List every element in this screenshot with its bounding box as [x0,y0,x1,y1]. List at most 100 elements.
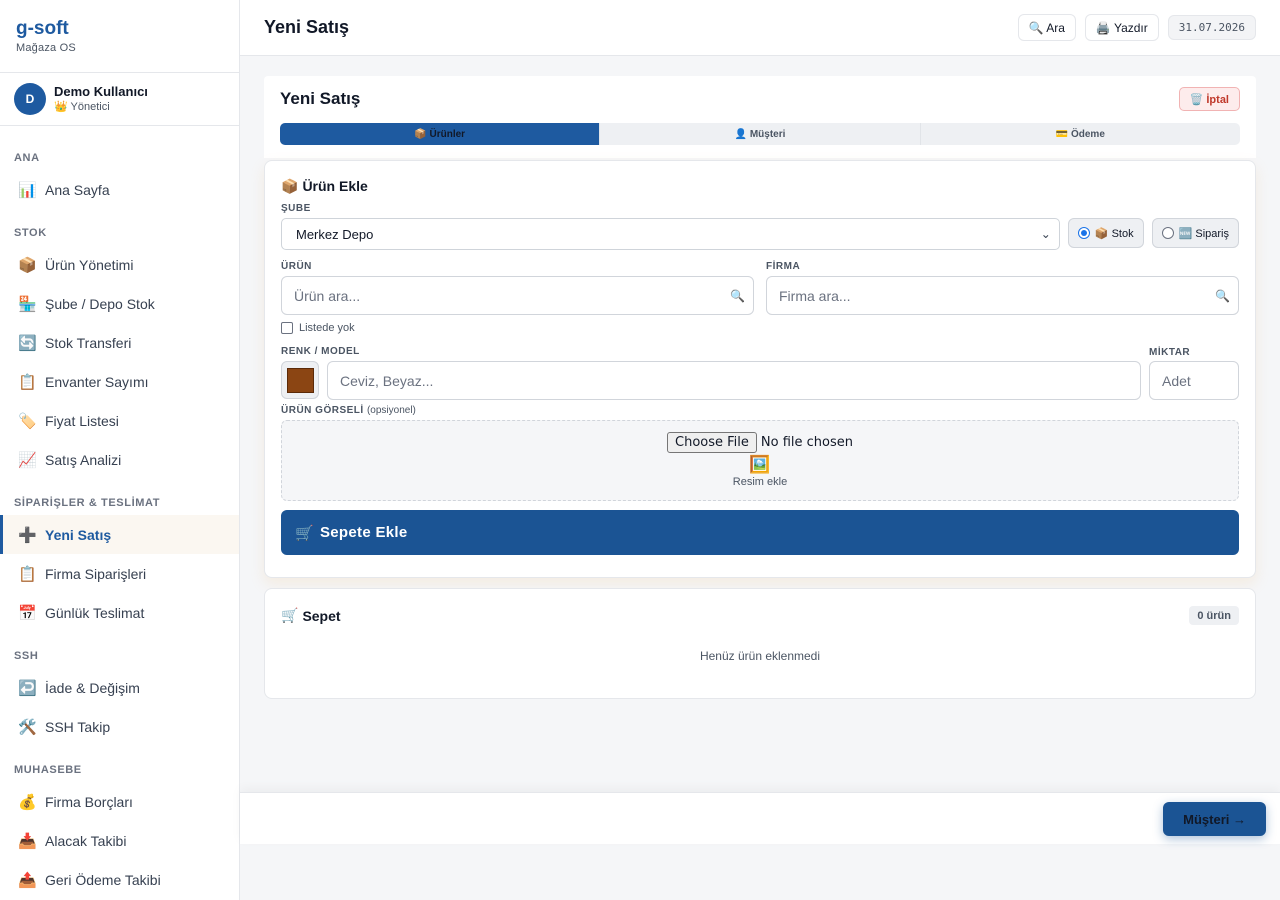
date-display: 31.07.2026 [1167,15,1256,40]
not-listed-checkbox[interactable] [281,321,293,334]
branch-select[interactable]: Merkez Depo ⌄ [281,218,1060,250]
package-icon: 📦 [281,177,299,194]
chart-icon: 📊 [18,181,37,199]
quantity-input[interactable] [1162,372,1226,389]
branch-label: ŞUBE [281,203,311,214]
radio-unchecked[interactable] [1161,227,1174,239]
sidebar-item-firma-siparisleri[interactable]: 📋 Firma Siparişleri [0,554,239,593]
user-panel[interactable]: D Demo Kullanıcı 👑 Yönetici [0,73,239,126]
image-dropzone[interactable]: Choose File No file chosen 🖼️ Resim ekle [281,420,1239,501]
product-search-input[interactable] [294,287,700,304]
sidebar-item-fiyat-listesi[interactable]: 🏷️ Fiyat Listesi [0,401,239,440]
mode-stock-label: 📦 Stok [1094,227,1134,240]
user-role: 👑 Yönetici [54,101,110,113]
sidebar-item-gunluk-teslimat[interactable]: 📅 Günlük Teslimat [0,593,239,632]
sidebar-item-iade-degisim[interactable]: ↩️ İade & Değişim [0,668,239,707]
image-label: ÜRÜN GÖRSELİ (opsiyonel) [281,405,1239,416]
add-to-cart-button[interactable]: 🛒 Sepete Ekle [281,510,1239,555]
outbox-icon: 📤 [18,871,37,889]
sidebar-item-label: Stok Transferi [45,334,132,351]
cart-empty-message: Henüz ürün eklenmedi [699,649,821,663]
mode-order-radio[interactable]: 🆕 Sipariş [1151,218,1239,248]
not-listed-option[interactable]: Listede yok [281,321,1239,334]
color-model-field [327,361,1141,400]
company-label: FİRMA [766,261,801,272]
sidebar-item-yeni-satis[interactable]: ➕ Yeni Satış [0,515,239,554]
sidebar-item-label: Alacak Takibi [45,832,127,849]
quantity-label: MİKTAR [1149,347,1191,358]
return-icon: ↩️ [18,679,37,697]
nav-section-title: STOK [14,227,47,239]
file-status: No file chosen [760,435,853,450]
sale-title: Yeni Satış [280,89,361,108]
not-listed-label: Listede yok [299,321,355,334]
tab-odeme[interactable]: 💳 Ödeme [921,123,1240,145]
mode-stock-radio[interactable]: 📦 Stok [1067,218,1144,248]
main-content: Yeni Satış 🗑️ İptal 📦 Ürünler 👤 Müşteri … [264,76,1256,699]
sidebar-item-label: Firma Borçları [45,793,133,810]
product-search-field: 🔍 [281,276,754,315]
tab-urunler[interactable]: 📦 Ürünler [280,123,601,145]
sidebar-item-label: Satış Analizi [45,451,122,468]
search-icon: 🔍 [730,288,745,303]
app-subtitle: Mağaza OS [16,42,76,54]
sidebar-item-label: Firma Siparişleri [45,565,147,582]
mode-order-label: 🆕 Sipariş [1178,227,1229,240]
choose-file-button[interactable]: Choose File [667,432,757,453]
radio-checked[interactable] [1077,227,1090,239]
nav-section-title: SİPARİŞLER & TESLİMAT [14,497,161,509]
sidebar-item-label: Ana Sayfa [45,181,110,198]
page-title: Yeni Satış [264,17,350,37]
sidebar: g-soft Mağaza OS D Demo Kullanıcı 👑 Yöne… [0,0,240,900]
sidebar-item-label: Fiyat Listesi [45,412,119,429]
sidebar-item-label: Günlük Teslimat [45,604,145,621]
sale-header-card: Yeni Satış 🗑️ İptal 📦 Ürünler 👤 Müşteri … [264,76,1256,158]
company-search-input[interactable] [779,287,1185,304]
sidebar-item-alacak-takibi[interactable]: 📥 Alacak Takibi [0,821,239,860]
sidebar-item-label: Yeni Satış [45,526,112,543]
search-button[interactable]: 🔍 Ara [1017,14,1076,41]
clipboard-icon: 📋 [18,373,37,391]
sidebar-item-ana-sayfa[interactable]: 📊 Ana Sayfa [0,170,239,209]
user-name: Demo Kullanıcı [54,84,148,99]
add-product-card: 📦 Ürün Ekle ŞUBE Merkez Depo ⌄ 📦 Stok 🆕 … [264,160,1256,578]
sidebar-item-stok-transferi[interactable]: 🔄 Stok Transferi [0,323,239,362]
sidebar-item-label: Ürün Yönetimi [45,256,134,273]
cart-icon: 🛒 [281,607,299,623]
sidebar-item-sube-depo-stok[interactable]: 🏪 Şube / Depo Stok [0,284,239,323]
cancel-button[interactable]: 🗑️ İptal [1178,87,1240,111]
color-model-input[interactable] [340,372,1128,389]
app-name: g-soft [16,18,69,39]
sidebar-item-label: SSH Takip [45,718,111,735]
nav-section-title: SSH [14,650,39,662]
sidebar-item-label: Geri Ödeme Takibi [45,871,161,888]
image-icon: 🖼️ [749,455,771,474]
print-button[interactable]: 🖨️ Yazdır [1084,14,1159,41]
transfer-icon: 🔄 [18,334,37,352]
add-product-title: Ürün Ekle [302,178,368,194]
color-picker[interactable] [281,361,319,399]
sidebar-item-firma-borclari[interactable]: 💰 Firma Borçları [0,782,239,821]
color-label: RENK / MODEL [281,346,360,357]
quantity-field [1149,361,1239,400]
sidebar-nav: ANA 📊 Ana Sayfa STOK 📦 Ürün Yönetimi 🏪 Ş… [0,126,239,899]
inbox-icon: 📥 [18,832,37,850]
image-hint: Resim ekle [732,476,788,488]
color-swatch [286,367,314,393]
cart-card: 🛒 Sepet 0 ürün Henüz ürün eklenmedi [264,588,1256,699]
sidebar-item-ssh-takip[interactable]: 🛠️ SSH Takip [0,707,239,746]
tab-musteri[interactable]: 👤 Müşteri [600,123,921,145]
nav-section-title: ANA [14,152,40,164]
package-icon: 📦 [18,256,37,274]
sidebar-item-urun-yonetimi[interactable]: 📦 Ürün Yönetimi [0,245,239,284]
trend-icon: 📈 [18,451,37,469]
sidebar-item-envanter-sayimi[interactable]: 📋 Envanter Sayımı [0,362,239,401]
store-icon: 🏪 [18,295,37,313]
chevron-down-icon: ⌄ [1040,227,1051,241]
cart-icon: 🛒 [295,524,314,542]
next-customer-button[interactable]: Müşteri → [1163,802,1266,836]
sidebar-item-label: Şube / Depo Stok [45,295,155,312]
sidebar-item-satis-analizi[interactable]: 📈 Satış Analizi [0,440,239,479]
sidebar-item-geri-odeme-takibi[interactable]: 📤 Geri Ödeme Takibi [0,860,239,899]
brand: g-soft Mağaza OS [0,0,239,73]
